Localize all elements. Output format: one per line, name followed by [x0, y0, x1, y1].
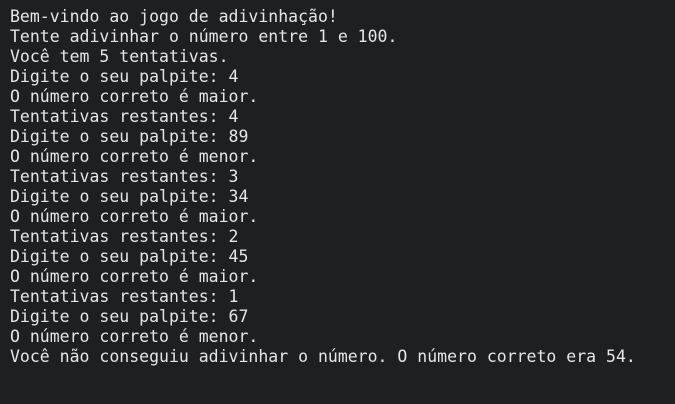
terminal-output[interactable]: Bem-vindo ao jogo de adivinhação! Tente … [0, 0, 675, 404]
output-line-instructions: Tente adivinhar o número entre 1 e 100. [10, 27, 398, 46]
output-line-welcome: Bem-vindo ao jogo de adivinhação! [10, 7, 338, 26]
output-line-hint-4: O número correto é maior. [10, 267, 259, 286]
output-line-remaining-2: Tentativas restantes: 3 [10, 167, 239, 186]
output-line-guess-1: Digite o seu palpite: 4 [10, 67, 239, 86]
output-line-guess-4: Digite o seu palpite: 45 [10, 247, 249, 266]
output-line-remaining-3: Tentativas restantes: 2 [10, 227, 239, 246]
output-line-hint-2: O número correto é menor. [10, 147, 259, 166]
output-line-result: Você não conseguiu adivinhar o número. O… [10, 347, 636, 366]
output-line-hint-5: O número correto é menor. [10, 327, 259, 346]
output-line-guess-3: Digite o seu palpite: 34 [10, 187, 249, 206]
output-line-guess-2: Digite o seu palpite: 89 [10, 127, 249, 146]
output-line-guess-5: Digite o seu palpite: 67 [10, 307, 249, 326]
output-line-hint-1: O número correto é maior. [10, 87, 259, 106]
output-line-remaining-1: Tentativas restantes: 4 [10, 107, 239, 126]
output-line-attempts: Você tem 5 tentativas. [10, 47, 229, 66]
output-line-hint-3: O número correto é maior. [10, 207, 259, 226]
output-line-remaining-4: Tentativas restantes: 1 [10, 287, 239, 306]
